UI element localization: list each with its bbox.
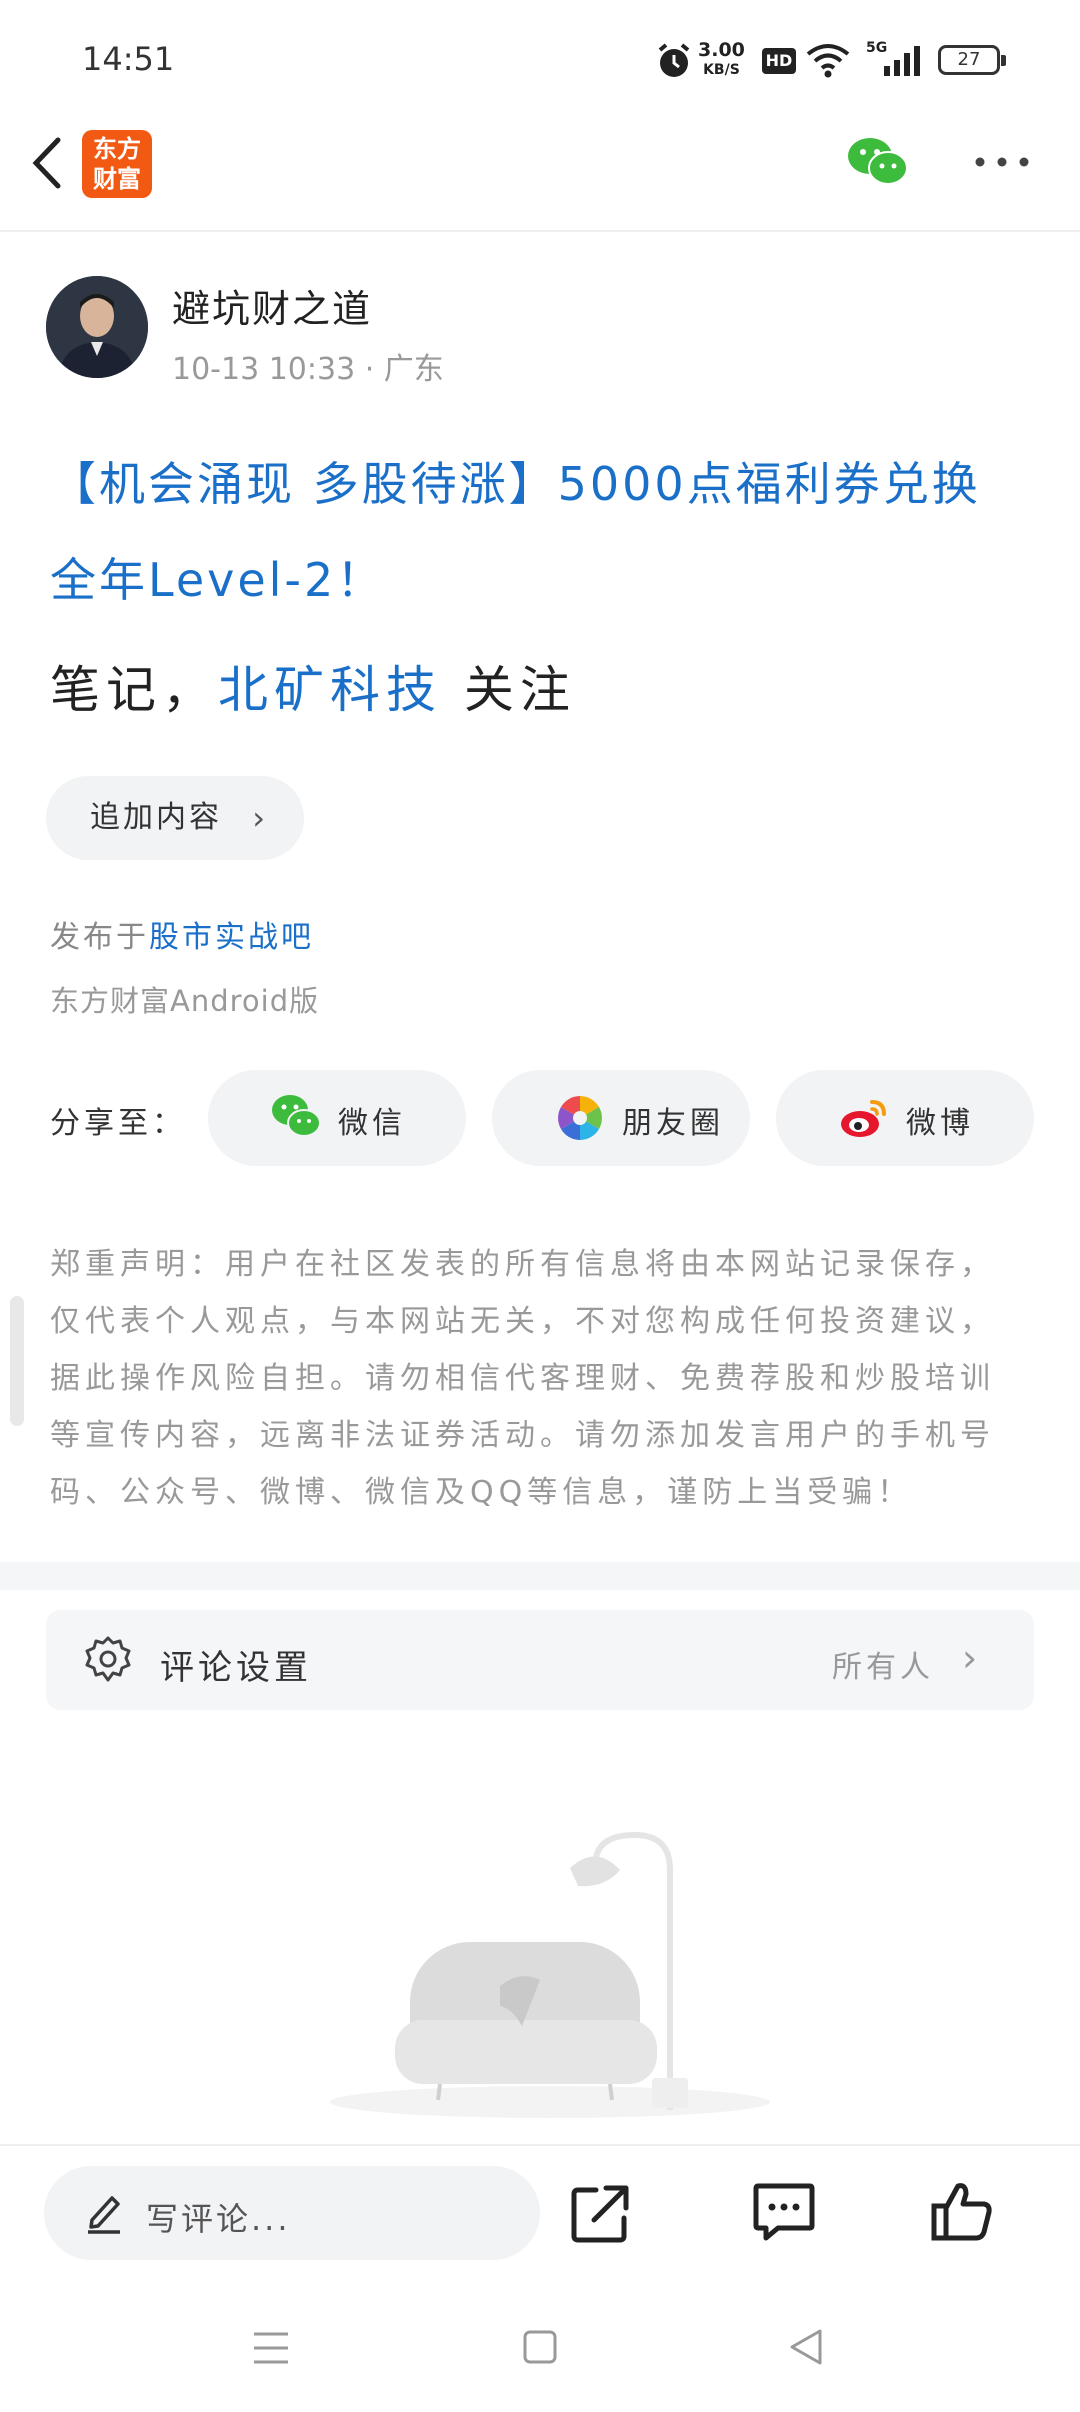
app-logo[interactable]: 东方财富 <box>82 130 152 198</box>
comment-button[interactable] <box>752 2182 816 2242</box>
app-header <box>0 120 1080 232</box>
comment-placeholder: 写评论... <box>146 2200 291 2238</box>
note-suffix: 关注 <box>442 661 576 719</box>
like-button[interactable] <box>930 2180 994 2242</box>
share-weibo-label: 微博 <box>906 1106 974 1141</box>
network-speed: 3.00 KB/S <box>698 39 745 78</box>
more-options-button[interactable] <box>974 150 1030 174</box>
add-content-button[interactable]: 追加内容 › <box>46 776 304 860</box>
share-weibo-button[interactable]: 微博 <box>776 1070 1034 1166</box>
share-wechat-label: 微信 <box>338 1106 406 1141</box>
post-client: 东方财富Android版 <box>50 984 320 1018</box>
add-content-label: 追加内容 <box>90 800 222 835</box>
wechat-icon <box>272 1095 321 1137</box>
comment-settings-value: 所有人 <box>832 1650 934 1685</box>
share-button[interactable] <box>570 2182 632 2244</box>
published-in: 发布于股市实战吧 <box>50 912 314 956</box>
wifi-icon <box>806 44 850 78</box>
stock-link[interactable]: 北矿科技 <box>218 661 442 719</box>
gear-icon <box>85 1636 131 1682</box>
published-prefix: 发布于 <box>50 920 149 955</box>
weibo-icon <box>841 1100 886 1137</box>
nav-menu-icon[interactable] <box>250 2328 292 2368</box>
author-name[interactable]: 避坑财之道 <box>172 278 372 333</box>
share-moments-label: 朋友圈 <box>622 1106 724 1141</box>
forum-link[interactable]: 股市实战吧 <box>149 920 314 955</box>
disclaimer-text: 郑重声明：用户在社区发表的所有信息将由本网站记录保存，仅代表个人观点，与本网站无… <box>50 1247 995 1510</box>
post-title[interactable]: 【机会涌现 多股待涨】5000点福利券兑换全年Level-2！ <box>50 436 1010 628</box>
share-wechat-button[interactable]: 微信 <box>208 1070 466 1166</box>
nav-home-icon[interactable] <box>522 2328 558 2366</box>
nav-back-icon[interactable] <box>786 2326 826 2368</box>
chevron-right-icon: › <box>252 799 268 837</box>
empty-comments-illustration <box>330 1831 770 2118</box>
status-time: 14:51 <box>82 40 175 78</box>
chevron-right-icon: › <box>962 1636 978 1680</box>
pencil-icon <box>88 2196 120 2234</box>
post-meta: 10-13 10:33 · 广东 <box>172 352 444 387</box>
author-avatar[interactable] <box>46 276 148 378</box>
scrollbar-handle[interactable] <box>10 1296 24 1426</box>
moments-icon <box>558 1096 602 1140</box>
note-prefix: 笔记， <box>50 661 218 719</box>
back-button[interactable] <box>22 128 72 198</box>
wechat-share-icon[interactable] <box>846 136 910 188</box>
share-label: 分享至： <box>50 1106 186 1141</box>
battery-indicator: 27 <box>938 45 1006 75</box>
section-divider <box>0 1562 1080 1590</box>
hd-badge: HD <box>762 48 796 74</box>
post-body: 笔记，北矿科技 关注 <box>50 650 576 722</box>
signal-icon <box>884 46 920 76</box>
share-moments-button[interactable]: 朋友圈 <box>492 1070 750 1166</box>
alarm-icon <box>658 43 690 77</box>
comment-settings-label: 评论设置 <box>160 1648 312 1688</box>
